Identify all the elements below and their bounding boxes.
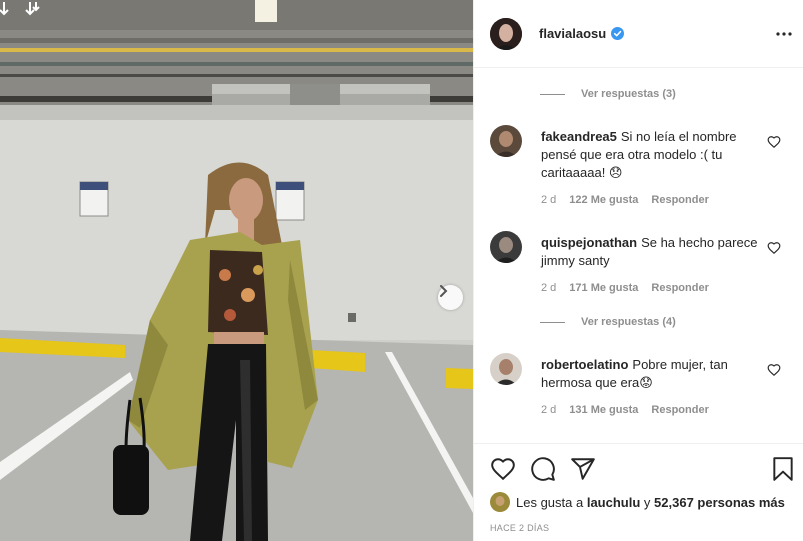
view-replies-button[interactable]: Ver respuestas (4) <box>540 316 676 328</box>
reply-divider-line <box>540 321 565 323</box>
carousel-next-button[interactable] <box>438 285 463 310</box>
commenter-avatar-image <box>490 231 522 263</box>
commenter-avatar-image <box>490 353 522 385</box>
comment-age: 2 d <box>541 194 557 206</box>
comment-like-heart-icon[interactable] <box>767 135 781 149</box>
commenter-avatar-image <box>490 125 522 157</box>
verified-badge-icon <box>611 27 624 40</box>
chevron-right-icon <box>440 285 448 297</box>
post-actions: Les gusta a lauchulu y 52,367 personas m… <box>474 443 803 541</box>
author-avatar-image <box>490 18 522 50</box>
more-horizontal-icon[interactable] <box>773 25 795 43</box>
post-timestamp[interactable]: HACE 2 DÍAS <box>490 523 549 533</box>
share-icon[interactable] <box>570 456 596 482</box>
view-replies-button[interactable]: Ver respuestas (3) <box>540 88 676 100</box>
comment-like-heart-icon[interactable] <box>767 363 781 377</box>
post-header: flavialaosu <box>474 0 803 68</box>
likes-joiner: y <box>643 494 651 510</box>
likes-summary: Les gusta a lauchulu y 52,367 personas m… <box>490 492 785 512</box>
comment-username[interactable]: robertoelatino <box>541 357 628 372</box>
comment-likes-count[interactable]: 171 Me gusta <box>569 282 638 294</box>
post-side-panel: flavialaosu Ver respuestas (3) fakeandre… <box>473 0 803 541</box>
carousel-multi-icon <box>0 2 40 16</box>
commenter-avatar[interactable] <box>490 231 522 263</box>
view-replies-label: Ver respuestas (4) <box>581 316 676 328</box>
comment-body: robertoelatino Pobre mujer, tan hermosa q… <box>541 356 761 392</box>
reply-divider-line <box>540 93 565 95</box>
comment-age: 2 d <box>541 282 557 294</box>
heart-icon[interactable] <box>490 456 516 482</box>
post-media[interactable] <box>0 0 473 541</box>
author-avatar[interactable] <box>490 18 522 50</box>
comment-body: quispejonathan Se ha hecho parece jimmy s… <box>541 234 761 270</box>
comment-body: fakeandrea5 Si no leía el nombre pensé qu… <box>541 128 761 182</box>
likes-prefix: Les gusta a <box>516 494 584 510</box>
comment-username[interactable]: fakeandrea5 <box>541 129 617 144</box>
comment-like-heart-icon[interactable] <box>767 241 781 255</box>
comment-icon[interactable] <box>530 456 556 482</box>
commenter-avatar[interactable] <box>490 125 522 157</box>
comment-username[interactable]: quispejonathan <box>541 235 637 250</box>
comment-reply-button[interactable]: Responder <box>651 194 708 206</box>
author-username[interactable]: flavialaosu <box>539 26 606 41</box>
liker-avatar[interactable] <box>490 492 510 512</box>
comment-reply-button[interactable]: Responder <box>651 282 708 294</box>
likes-others-count[interactable]: 52,367 personas más <box>654 495 785 510</box>
instagram-post-view: flavialaosu Ver respuestas (3) fakeandre… <box>0 0 803 541</box>
comment-meta: 2 d 122 Me gusta Responder <box>541 194 709 206</box>
comment-reply-button[interactable]: Responder <box>651 404 708 416</box>
liker-username[interactable]: lauchulu <box>587 495 640 510</box>
bookmark-icon[interactable] <box>770 456 796 482</box>
liker-avatar-image <box>490 492 510 512</box>
post-photo <box>0 0 473 541</box>
comments-list[interactable]: Ver respuestas (3) fakeandrea5 Si no leía… <box>474 68 803 443</box>
comment-meta: 2 d 171 Me gusta Responder <box>541 282 709 294</box>
comment-likes-count[interactable]: 131 Me gusta <box>569 404 638 416</box>
commenter-avatar[interactable] <box>490 353 522 385</box>
comment-age: 2 d <box>541 404 557 416</box>
comment-meta: 2 d 131 Me gusta Responder <box>541 404 709 416</box>
comment-likes-count[interactable]: 122 Me gusta <box>569 194 638 206</box>
view-replies-label: Ver respuestas (3) <box>581 88 676 100</box>
